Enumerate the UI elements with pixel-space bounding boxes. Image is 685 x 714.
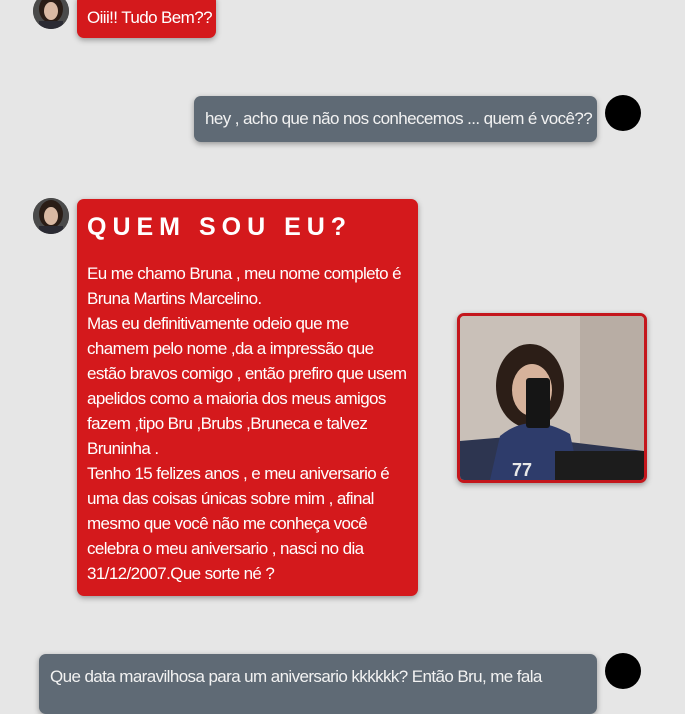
selfie-photo: 77 [457, 313, 647, 483]
about-heading: QUEM SOU EU? [87, 213, 353, 241]
profile-photo-icon [33, 0, 69, 29]
bruna-avatar [33, 198, 69, 234]
message-bubble-greeting: Oiii!! Tudo Bem?? [77, 0, 216, 38]
message-text: Oiii!! Tudo Bem?? [87, 8, 213, 27]
message-text: Que data maravilhosa para um aniversario… [50, 667, 542, 686]
visitor-avatar [605, 653, 641, 689]
bruna-avatar [33, 0, 69, 29]
message-bubble-question: hey , acho que não nos conhecemos ... qu… [194, 96, 597, 142]
about-paragraph: Tenho 15 felizes anos , e meu aniversari… [87, 464, 390, 583]
message-bubble-reply: Que data maravilhosa para um aniversario… [39, 654, 597, 714]
selfie-photo-image: 77 [460, 316, 644, 480]
message-bubble-about: QUEM SOU EU? Eu me chamo Bruna , meu nom… [77, 199, 418, 596]
message-text: hey , acho que não nos conhecemos ... qu… [205, 109, 593, 128]
about-paragraph: Eu me chamo Bruna , meu nome completo é … [87, 264, 402, 308]
profile-photo-icon [33, 198, 69, 234]
svg-text:77: 77 [512, 460, 532, 480]
about-paragraph: Mas eu definitivamente odeio que me cham… [87, 314, 407, 458]
visitor-avatar [605, 95, 641, 131]
